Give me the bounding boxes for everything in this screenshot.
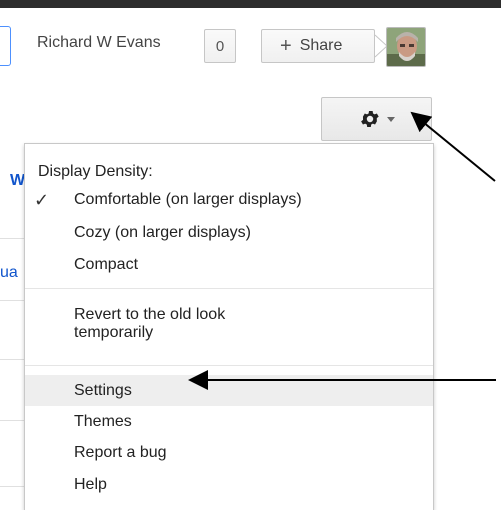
annotation-arrow-to-gear: [410, 111, 496, 182]
annotation-arrows: [188, 111, 496, 390]
